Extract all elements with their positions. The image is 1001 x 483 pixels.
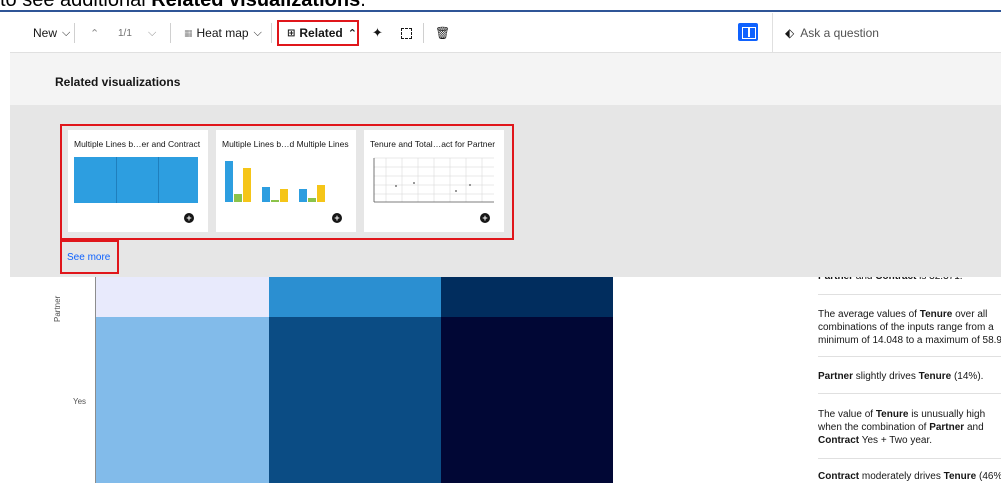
heat-cell[interactable] — [441, 277, 613, 317]
insight-item: Contract moderately drives Tenure (46%) — [818, 471, 1001, 482]
divider — [271, 23, 272, 43]
chevron-up-icon: ⌃ — [90, 27, 100, 40]
chevron-down-icon: ⌵ — [253, 26, 262, 39]
page-indicator: 1/1 — [118, 27, 132, 39]
chat-icon: ⬖ — [785, 26, 795, 40]
trash-icon: 🗑 — [435, 26, 451, 40]
insight-item: The value of Tenure is unusually high wh… — [818, 409, 986, 446]
heat-cell[interactable] — [441, 317, 613, 483]
divider — [818, 393, 1001, 394]
insight-item: The average values of Tenure over all co… — [818, 309, 1001, 346]
chevron-down-icon: ⌵ — [62, 26, 71, 39]
divider — [170, 23, 171, 43]
heat-cell[interactable] — [96, 317, 269, 483]
insight-item: Partner slightly drives Tenure (14%). — [818, 371, 984, 382]
previous-page-button[interactable]: ⌃ — [90, 21, 99, 45]
related-button-highlight — [277, 20, 359, 46]
y-axis-line — [95, 277, 96, 483]
insights-pane: Partner and Contract is 32.371. The aver… — [806, 270, 1001, 483]
divider — [818, 356, 1001, 357]
delete-button[interactable]: 🗑 — [435, 21, 450, 45]
toolbar: New ⌵ ⌃ 1/1 ⌵ ▦ Heat map ⌵ ⊞ Related ⌃ ✦ 🗑 ⬖ A… — [10, 13, 1001, 53]
chart-type-label: Heat map — [196, 26, 249, 40]
select-area-button[interactable] — [401, 21, 412, 45]
heat-cell[interactable] — [269, 277, 441, 317]
divider — [818, 458, 1001, 459]
heat-map-icon: ▦ — [184, 27, 193, 38]
heat-map — [96, 277, 613, 483]
ask-placeholder: Ask a question — [800, 26, 879, 40]
new-menu-button[interactable]: New ⌵ — [33, 21, 70, 45]
pin-icon: ✦ — [372, 25, 383, 40]
divider — [74, 23, 75, 43]
chevron-down-icon: ⌵ — [148, 26, 157, 39]
new-label: New — [33, 26, 58, 40]
side-panel-toggle-button[interactable] — [738, 23, 758, 41]
related-panel-title: Related visualizations — [55, 75, 181, 89]
ask-question-input[interactable]: ⬖ Ask a question — [772, 13, 1001, 53]
related-cards-highlight — [60, 124, 514, 240]
see-more-highlight — [60, 240, 119, 274]
chart-type-dropdown[interactable]: ▦ Heat map ⌵ — [184, 21, 262, 45]
heat-cell[interactable] — [96, 277, 269, 317]
pin-button[interactable]: ✦ — [372, 21, 383, 45]
caption-rule — [0, 10, 1001, 12]
heat-cell[interactable] — [269, 317, 441, 483]
related-panel-header: Related visualizations — [10, 53, 1001, 105]
marquee-icon — [401, 27, 412, 39]
y-tick-label: Yes — [73, 397, 87, 406]
y-axis-title: Partner — [53, 295, 62, 322]
divider — [818, 294, 1001, 295]
divider — [423, 23, 424, 43]
next-page-button[interactable]: ⌵ — [148, 21, 156, 45]
